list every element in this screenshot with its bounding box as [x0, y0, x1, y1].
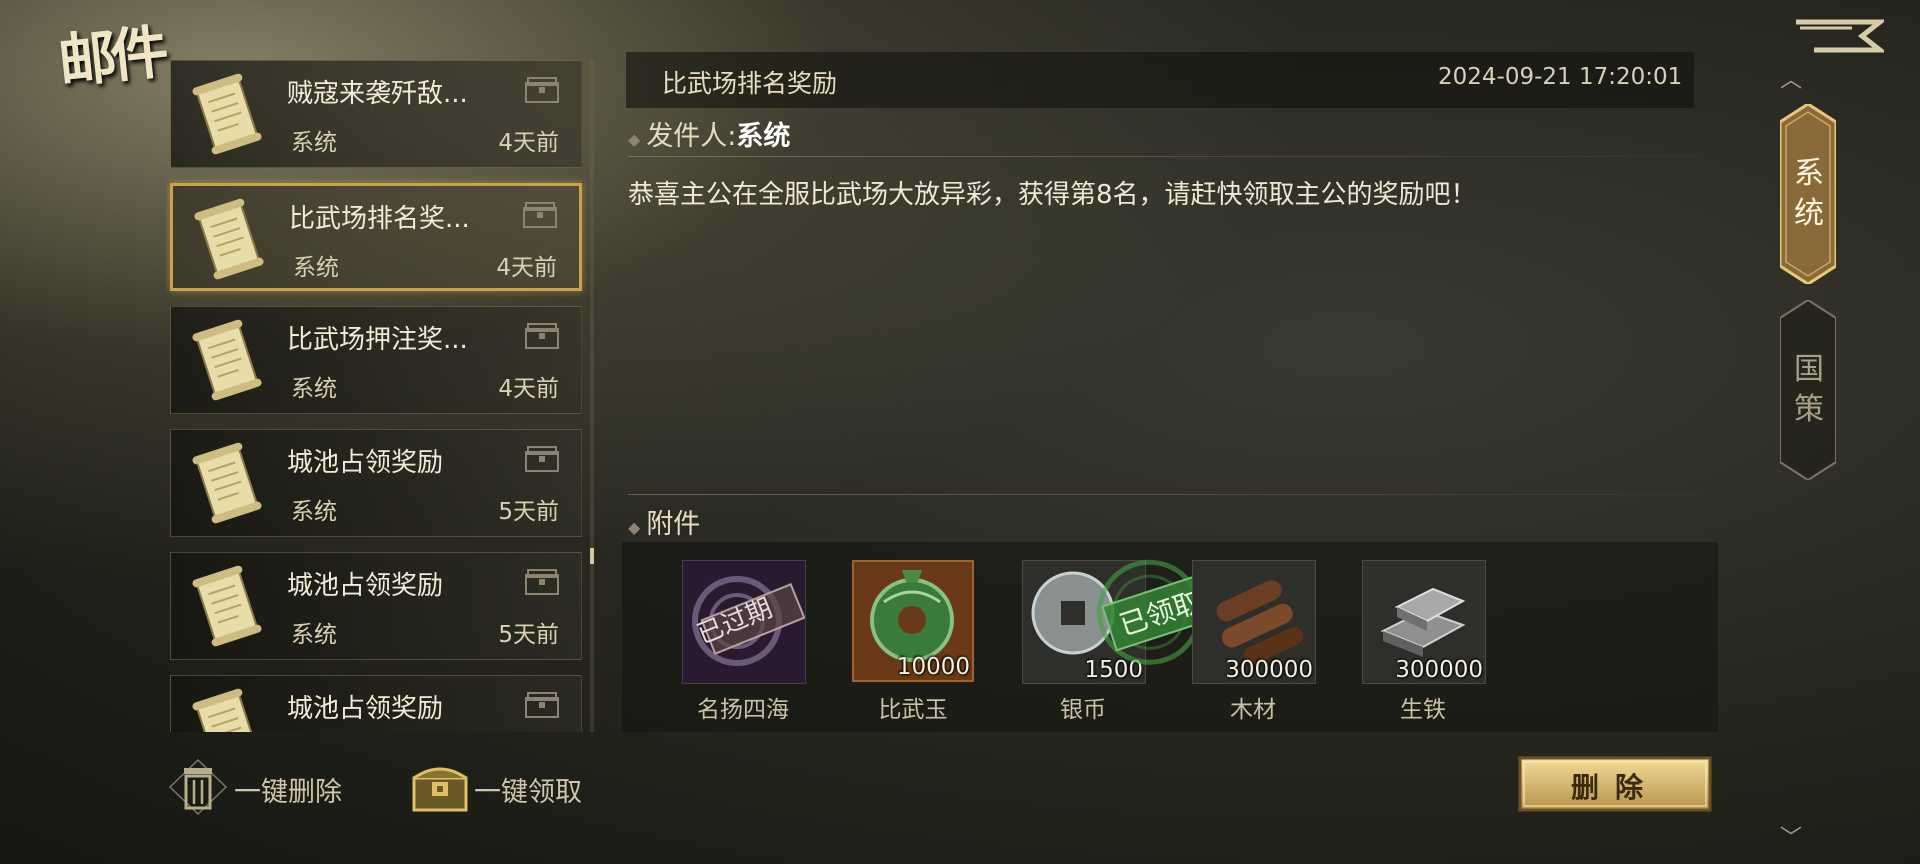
- chevron-up-icon[interactable]: ︿: [1780, 62, 1802, 94]
- tab-policy-label: 国策: [1794, 352, 1824, 427]
- attachment-qty: 300000: [1225, 657, 1313, 683]
- attachment-qty: 300000: [1395, 657, 1483, 683]
- diamond-bullet-icon: ◆: [628, 130, 641, 149]
- chest-icon: [525, 77, 559, 103]
- sender-row: ◆ 发件人:系统: [628, 114, 790, 153]
- mail-item[interactable]: 城池占领奖励 系统 5天前: [170, 552, 582, 660]
- chest-icon: [523, 202, 557, 228]
- scroll-icon: [192, 565, 262, 647]
- delete-all-button[interactable]: 一键删除: [168, 756, 368, 818]
- mail-sender: 系统: [291, 376, 337, 402]
- mail-sender: 系统: [293, 255, 339, 281]
- attachment-name: 名扬四海: [697, 697, 789, 723]
- chest-icon: [525, 692, 559, 718]
- claim-all-button[interactable]: 一键领取: [408, 756, 608, 818]
- delete-all-label: 一键删除: [234, 777, 342, 808]
- mail-subject: 比武场排名奖励: [662, 69, 838, 98]
- attachment-item[interactable]: 已过期: [682, 560, 806, 684]
- page-title: 邮件: [55, 17, 166, 97]
- chest-icon: [525, 569, 559, 595]
- scroll-icon: [192, 319, 262, 401]
- mail-title: 比武场押注奖...: [287, 325, 468, 355]
- mail-date: 2024-09-21 17:20:01: [1438, 64, 1683, 90]
- mail-list[interactable]: 贼寇来袭歼敌... 系统 4天前 比武场排名奖... 系统 4天前 比武场押注奖…: [166, 60, 600, 732]
- mail-item[interactable]: 贼寇来袭歼敌... 系统 4天前: [170, 60, 582, 168]
- divider: [628, 494, 1698, 495]
- chest-icon: [525, 446, 559, 472]
- mail-sender: 系统: [291, 130, 337, 156]
- mail-title: 贼寇来袭歼敌...: [287, 79, 468, 109]
- attachments-label: ◆ 附件: [628, 509, 701, 540]
- claim-all-label: 一键领取: [474, 777, 582, 808]
- attachment-item[interactable]: 10000: [852, 560, 974, 682]
- attachment-name: 银币: [1060, 697, 1106, 723]
- attachment-name: 比武玉: [878, 697, 948, 723]
- tab-policy[interactable]: 国策: [1780, 300, 1836, 480]
- tab-system[interactable]: 系统: [1780, 104, 1836, 284]
- attachment-name: 生铁: [1400, 697, 1446, 723]
- attachment-item[interactable]: 300000: [1362, 560, 1486, 684]
- mail-time: 4天前: [498, 376, 559, 402]
- trash-icon: [168, 758, 228, 816]
- list-scroll-thumb[interactable]: [590, 548, 594, 564]
- divider: [628, 156, 1698, 157]
- delete-button[interactable]: 删除: [1518, 756, 1712, 812]
- mail-item[interactable]: 城池占领奖励: [170, 675, 582, 732]
- sender-label: 发件人:: [646, 121, 737, 152]
- tab-system-label: 系统: [1794, 156, 1824, 231]
- diamond-bullet-icon: ◆: [628, 518, 641, 537]
- treasure-chest-icon: [412, 767, 468, 812]
- mail-title: 比武场排名奖...: [289, 204, 470, 234]
- mail-time: 4天前: [498, 130, 559, 156]
- mail-time: 5天前: [498, 622, 559, 648]
- mail-item[interactable]: 比武场押注奖... 系统 4天前: [170, 306, 582, 414]
- back-arrow-icon[interactable]: [1792, 16, 1884, 56]
- scroll-icon: [192, 442, 262, 524]
- mail-item-selected[interactable]: 比武场排名奖... 系统 4天前: [170, 183, 582, 291]
- attachment-name: 木材: [1230, 697, 1276, 723]
- list-scrollbar[interactable]: [590, 60, 594, 732]
- chevron-down-icon[interactable]: ﹀: [1780, 820, 1802, 852]
- mail-title: 城池占领奖励: [287, 448, 444, 478]
- scroll-icon: [194, 198, 264, 280]
- mail-title: 城池占领奖励: [287, 571, 444, 601]
- mail-sender: 系统: [291, 499, 337, 525]
- sender-name: 系统: [736, 121, 791, 152]
- attachment-item[interactable]: 300000: [1192, 560, 1316, 684]
- mail-title: 城池占领奖励: [287, 694, 444, 724]
- mail-time: 4天前: [496, 255, 557, 281]
- mail-item[interactable]: 城池占领奖励 系统 5天前: [170, 429, 582, 537]
- scroll-icon: [192, 73, 262, 155]
- mail-time: 5天前: [498, 499, 559, 525]
- attachment-qty: 10000: [896, 654, 970, 680]
- scroll-icon: [192, 688, 259, 732]
- delete-button-label: 删除: [1570, 771, 1659, 804]
- mail-body: 恭喜主公在全服比武场大放异彩，获得第8名，请赶快领取主公的奖励吧！: [628, 180, 1477, 210]
- mail-sender: 系统: [291, 622, 337, 648]
- chest-icon: [525, 323, 559, 349]
